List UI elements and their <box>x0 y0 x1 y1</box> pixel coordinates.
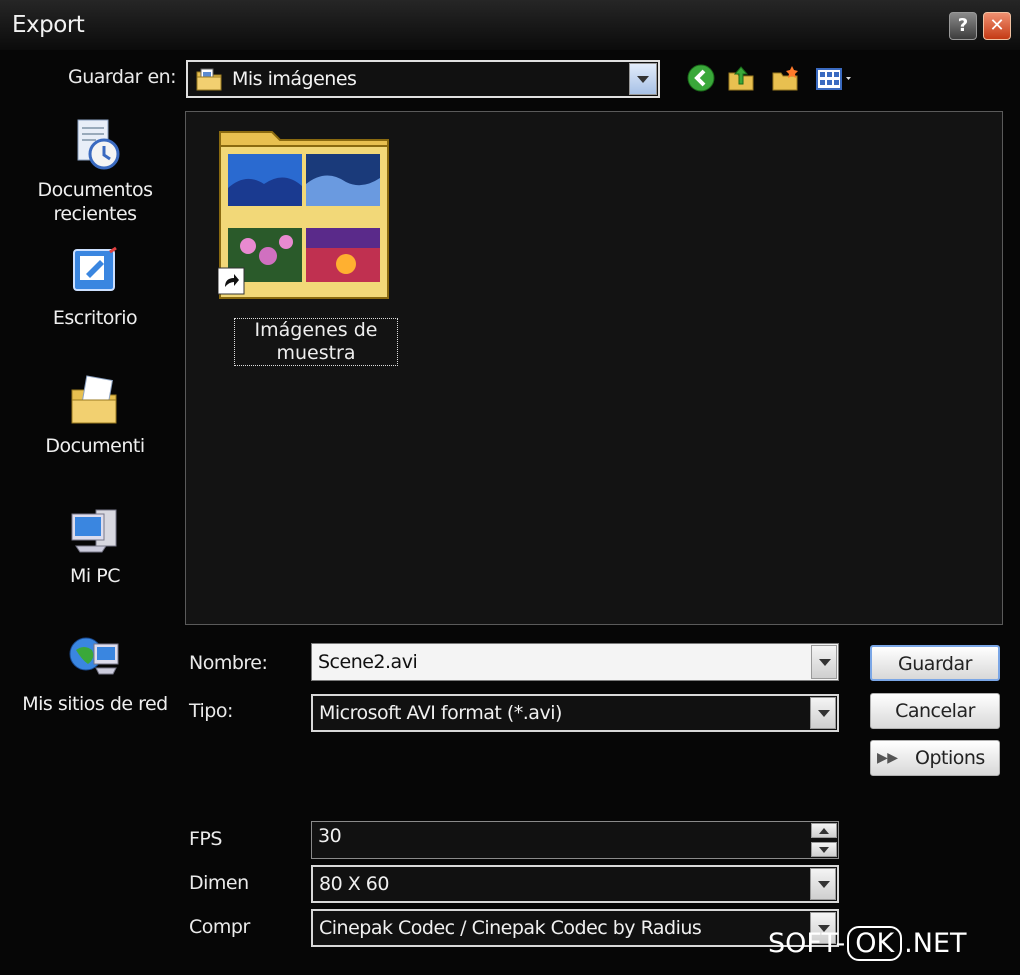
title-bar: Export ? ✕ <box>0 0 1020 50</box>
watermark-ok: OK <box>847 926 903 961</box>
desktop-icon <box>73 246 117 291</box>
dimension-value: 80 X 60 <box>319 873 389 895</box>
place-label: Mi PC <box>70 565 120 587</box>
watermark-post: .NET <box>904 928 967 959</box>
file-item-label: Imágenes de muestra <box>234 318 398 366</box>
file-type-value: Microsoft AVI format (*.avi) <box>319 702 562 724</box>
compression-value: Cinepak Codec / Cinepak Codec by Radius <box>319 917 702 939</box>
chevron-down-icon[interactable] <box>810 697 836 729</box>
chevron-down-icon[interactable] <box>629 63 657 95</box>
place-my-computer[interactable]: Mi PC <box>20 502 170 588</box>
place-network[interactable]: Mis sitios de red <box>20 630 170 716</box>
help-button[interactable]: ? <box>949 12 977 40</box>
options-button[interactable]: ▶▶ Options <box>870 740 1000 776</box>
place-documents[interactable]: Documenti <box>20 372 170 458</box>
documents-icon <box>71 375 117 424</box>
chevron-down-icon[interactable] <box>811 645 837 679</box>
dimension-dropdown[interactable]: 80 X 60 <box>311 865 839 903</box>
export-dialog: Export ? ✕ Guardar en: Mis imágenes Docu… <box>0 0 1020 975</box>
save-in-label: Guardar en: <box>68 66 177 88</box>
type-label: Tipo: <box>189 700 233 722</box>
help-icon: ? <box>957 15 969 36</box>
compr-label: Compr <box>189 916 250 938</box>
fps-value: 30 <box>318 825 342 847</box>
watermark-pre: SOFT- <box>768 928 846 959</box>
my-computer-icon <box>71 509 117 553</box>
options-label: Options <box>915 747 985 769</box>
file-name-input[interactable]: Scene2.avi <box>311 643 839 681</box>
cancel-button[interactable]: Cancelar <box>870 693 1000 729</box>
view-menu-icon[interactable] <box>814 63 858 93</box>
shortcut-arrow-icon <box>225 274 239 287</box>
file-list[interactable]: Imágenes de muestra <box>185 111 1003 625</box>
save-in-value: Mis imágenes <box>232 68 357 90</box>
watermark: SOFT- OK .NET <box>768 926 967 961</box>
place-recent-documents[interactable]: Documentos recientes <box>20 116 170 226</box>
place-label: Documenti <box>45 435 145 457</box>
new-folder-icon[interactable] <box>770 63 800 93</box>
fps-label: FPS <box>189 828 222 850</box>
place-label: Escritorio <box>52 307 138 329</box>
file-name-value: Scene2.avi <box>318 651 418 673</box>
place-label: Mis sitios de red <box>22 693 168 715</box>
chevron-down-icon[interactable] <box>811 842 837 857</box>
close-icon: ✕ <box>989 15 1005 36</box>
name-label: Nombre: <box>189 652 268 674</box>
save-in-dropdown[interactable]: Mis imágenes <box>186 60 660 98</box>
close-button[interactable]: ✕ <box>983 12 1011 40</box>
folder-icon <box>217 131 389 299</box>
window-title: Export <box>12 12 85 38</box>
fps-spinner[interactable]: 30 <box>311 821 839 859</box>
back-icon[interactable] <box>686 63 716 93</box>
folder-icon <box>196 68 222 91</box>
network-places-icon <box>69 637 119 675</box>
double-chevron-icon: ▶▶ <box>877 750 898 766</box>
dimen-label: Dimen <box>189 872 249 894</box>
file-type-dropdown[interactable]: Microsoft AVI format (*.avi) <box>311 694 839 732</box>
chevron-down-icon[interactable] <box>810 868 836 900</box>
fps-stepper[interactable] <box>811 823 837 857</box>
chevron-up-icon[interactable] <box>811 823 837 838</box>
place-label: Documentos recientes <box>37 179 153 225</box>
recent-documents-icon <box>77 119 120 170</box>
file-item-sample-pictures[interactable]: Imágenes de muestra <box>217 124 398 366</box>
place-desktop[interactable]: Escritorio <box>20 244 170 330</box>
up-folder-icon[interactable] <box>726 63 756 93</box>
compression-dropdown[interactable]: Cinepak Codec / Cinepak Codec by Radius <box>311 909 839 947</box>
save-button[interactable]: Guardar <box>870 645 1000 681</box>
